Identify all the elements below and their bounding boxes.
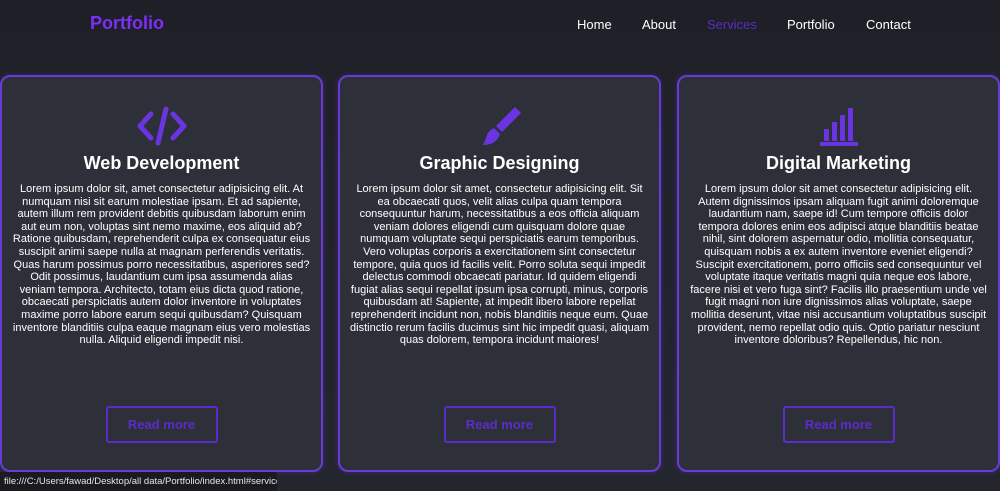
site-header: Portfolio Home About Services Portfolio … [0,0,1000,50]
card-description: Lorem ipsum dolor sit, amet consectetur … [12,183,311,347]
nav-link-about[interactable]: About [642,17,676,32]
read-more-button[interactable]: Read more [443,406,556,443]
card-description: Lorem ipsum dolor sit amet, consectetur … [350,183,649,347]
nav-link-home[interactable]: Home [577,17,612,32]
page: Portfolio Home About Services Portfolio … [0,0,1000,491]
nav-link-contact[interactable]: Contact [866,17,911,32]
browser-status-bar: file:///C:/Users/fawad/Desktop/all data/… [0,472,277,491]
card-description: Lorem ipsum dolor sit amet consectetur a… [690,183,987,347]
nav-link-portfolio[interactable]: Portfolio [787,17,835,32]
service-card-web-development: Web Development Lorem ipsum dolor sit, a… [0,75,323,472]
read-more-button[interactable]: Read more [105,406,218,443]
service-card-digital-marketing: Digital Marketing Lorem ipsum dolor sit … [677,75,1000,472]
bar-chart-icon [814,105,864,147]
service-card-graphic-designing: Graphic Designing Lorem ipsum dolor sit … [338,75,661,472]
paintbrush-icon [475,105,525,147]
nav-link-services[interactable]: Services [707,17,757,32]
card-title: Web Development [83,153,240,173]
card-title: Digital Marketing [765,153,912,173]
read-more-button[interactable]: Read more [782,406,895,443]
site-logo[interactable]: Portfolio [90,13,164,34]
code-icon [137,105,187,147]
card-title: Graphic Designing [419,153,580,173]
